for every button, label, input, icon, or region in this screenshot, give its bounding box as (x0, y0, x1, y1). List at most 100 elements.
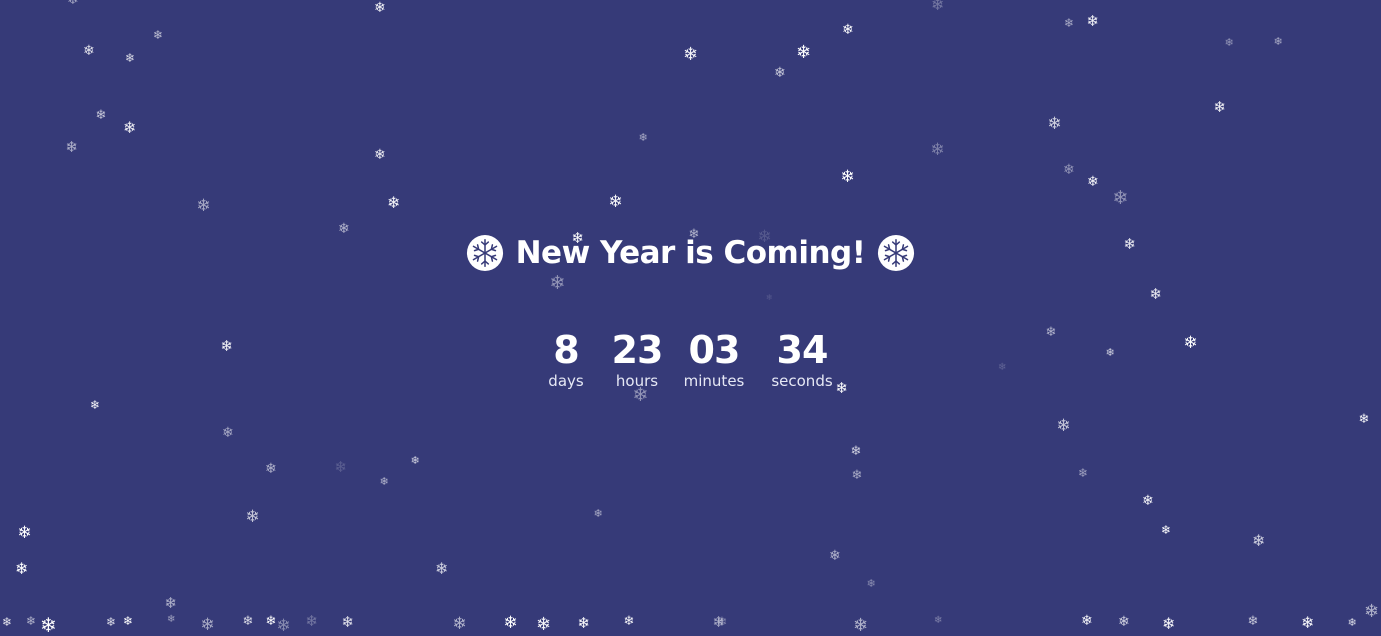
falling-snowflake-icon: ❄ (2, 615, 13, 629)
falling-snowflake-icon: ❄ (850, 443, 862, 459)
falling-snowflake-icon: ❄ (1087, 174, 1099, 190)
falling-snowflake-icon: ❄ (536, 614, 552, 635)
falling-snowflake-icon: ❄ (1273, 34, 1283, 48)
falling-snowflake-icon: ❄ (1047, 113, 1062, 134)
heading: New Year is Coming! (0, 234, 1381, 272)
falling-snowflake-icon: ❄ (1064, 16, 1075, 30)
falling-snowflake-icon: ❄ (123, 614, 134, 628)
falling-snowflake-icon: ❄ (167, 614, 176, 625)
falling-snowflake-icon: ❄ (683, 44, 699, 65)
falling-snowflake-icon: ❄ (164, 593, 178, 612)
page: ❄ ❄ ❄ ❄ ❄ ❄ ❄ ❄ ❄ ❄ ❄ ❄ ❄ ❄ ❄ ❄ ❄ ❄ ❄ ❄ ❄ ❄ ❄ ❄ ❄ ❄ ❄ ❄ ❄ ❄ ❄ ❄ ❄ ❄ ❄ ❄ ❄ ❄ ❄ ❄… (0, 0, 1381, 636)
falling-snowflake-icon: ❄ (153, 28, 164, 42)
falling-snowflake-icon: ❄ (379, 474, 389, 488)
falling-snowflake-icon: ❄ (200, 614, 215, 635)
falling-snowflake-icon: ❄ (334, 457, 348, 476)
seconds-label: seconds (771, 372, 833, 390)
days-value: 8 (553, 328, 579, 372)
falling-snowflake-icon: ❄ (410, 453, 420, 467)
countdown-seconds: 34 seconds (765, 330, 839, 392)
falling-snowflake-icon: ❄ (638, 130, 648, 144)
falling-snowflake-icon: ❄ (1086, 11, 1100, 30)
falling-snowflake-icon: ❄ (1213, 97, 1227, 116)
falling-snowflake-icon: ❄ (83, 43, 95, 59)
snowflake-icon (878, 234, 915, 272)
falling-snowflake-icon: ❄ (90, 398, 101, 412)
falling-snowflake-icon: ❄ (305, 611, 319, 630)
snowflake-icon (466, 234, 503, 272)
countdown-days: 8 days (536, 330, 596, 392)
hours-value: 23 (611, 328, 664, 372)
falling-snowflake-icon: ❄ (577, 613, 591, 632)
falling-snowflake-icon: ❄ (774, 65, 786, 81)
falling-snowflake-icon: ❄ (123, 118, 137, 137)
falling-snowflake-icon: ❄ (842, 22, 854, 38)
minutes-value: 03 (688, 328, 741, 372)
falling-snowflake-icon: ❄ (796, 42, 812, 63)
falling-snowflake-icon: ❄ (1252, 531, 1266, 550)
falling-snowflake-icon: ❄ (1364, 601, 1380, 622)
falling-snowflake-icon: ❄ (265, 613, 277, 629)
falling-snowflake-icon: ❄ (623, 613, 635, 629)
falling-snowflake-icon: ❄ (712, 612, 726, 631)
falling-snowflake-icon: ❄ (1247, 613, 1259, 629)
falling-snowflake-icon: ❄ (40, 613, 57, 636)
falling-snowflake-icon: ❄ (374, 0, 386, 16)
falling-snowflake-icon: ❄ (1224, 35, 1234, 49)
falling-snowflake-icon: ❄ (222, 425, 234, 441)
falling-snowflake-icon: ❄ (65, 137, 79, 156)
falling-snowflake-icon: ❄ (106, 615, 117, 629)
falling-snowflake-icon: ❄ (15, 559, 29, 578)
falling-snowflake-icon: ❄ (851, 467, 863, 483)
falling-snowflake-icon: ❄ (1149, 284, 1163, 303)
falling-snowflake-icon: ❄ (1112, 186, 1129, 209)
falling-snowflake-icon: ❄ (593, 506, 603, 520)
falling-snowflake-icon: ❄ (1347, 615, 1357, 629)
falling-snowflake-icon: ❄ (840, 166, 855, 187)
falling-snowflake-icon: ❄ (196, 195, 211, 216)
falling-snowflake-icon: ❄ (452, 613, 467, 634)
days-label: days (548, 372, 584, 390)
falling-snowflake-icon: ❄ (1063, 162, 1075, 178)
falling-snowflake-icon: ❄ (503, 612, 518, 633)
falling-snowflake-icon: ❄ (17, 522, 32, 543)
falling-snowflake-icon: ❄ (341, 612, 355, 631)
page-title: New Year is Coming! (515, 235, 866, 271)
falling-snowflake-icon: ❄ (716, 614, 728, 630)
falling-snowflake-icon: ❄ (1301, 613, 1315, 632)
falling-snowflake-icon: ❄ (866, 576, 876, 590)
falling-snowflake-icon: ❄ (853, 615, 869, 636)
falling-snowflake-icon: ❄ (265, 461, 277, 477)
falling-snowflake-icon: ❄ (435, 559, 449, 578)
hours-label: hours (615, 372, 659, 390)
seconds-value: 34 (776, 328, 829, 372)
falling-snowflake-icon: ❄ (549, 271, 566, 294)
falling-snowflake-icon: ❄ (1142, 493, 1154, 509)
falling-snowflake-icon: ❄ (608, 191, 623, 212)
falling-snowflake-icon: ❄ (125, 51, 136, 65)
falling-snowflake-icon: ❄ (1078, 466, 1089, 480)
falling-snowflake-icon: ❄ (1162, 614, 1176, 633)
falling-snowflake-icon: ❄ (1358, 411, 1370, 427)
falling-snowflake-icon: ❄ (26, 614, 37, 628)
snowfall-layer: ❄ ❄ ❄ ❄ ❄ ❄ ❄ ❄ ❄ ❄ ❄ ❄ ❄ ❄ ❄ ❄ ❄ ❄ ❄ ❄ ❄ ❄ ❄ ❄ ❄ ❄ ❄ ❄ ❄ ❄ ❄ ❄ ❄ ❄ ❄ ❄ ❄ ❄ ❄ ❄… (0, 0, 1381, 636)
falling-snowflake-icon: ❄ (1161, 523, 1172, 537)
falling-snowflake-icon: ❄ (766, 293, 773, 302)
falling-snowflake-icon: ❄ (242, 613, 254, 629)
falling-snowflake-icon: ❄ (245, 506, 260, 527)
falling-snowflake-icon: ❄ (1056, 415, 1071, 436)
falling-snowflake-icon: ❄ (931, 0, 945, 14)
minutes-label: minutes (683, 372, 745, 390)
falling-snowflake-icon: ❄ (934, 615, 943, 626)
falling-snowflake-icon: ❄ (95, 107, 107, 123)
countdown-hours: 23 hours (607, 330, 667, 392)
falling-snowflake-icon: ❄ (829, 548, 841, 564)
falling-snowflake-icon: ❄ (930, 139, 945, 160)
falling-snowflake-icon: ❄ (387, 193, 401, 212)
falling-snowflake-icon: ❄ (1118, 614, 1130, 630)
countdown-minutes: 03 minutes (679, 330, 749, 392)
falling-snowflake-icon: ❄ (276, 615, 291, 636)
falling-snowflake-icon: ❄ (1081, 613, 1093, 629)
falling-snowflake-icon: ❄ (67, 0, 79, 8)
countdown-timer: 8 days 23 hours 03 minutes 34 seconds (0, 330, 1381, 392)
